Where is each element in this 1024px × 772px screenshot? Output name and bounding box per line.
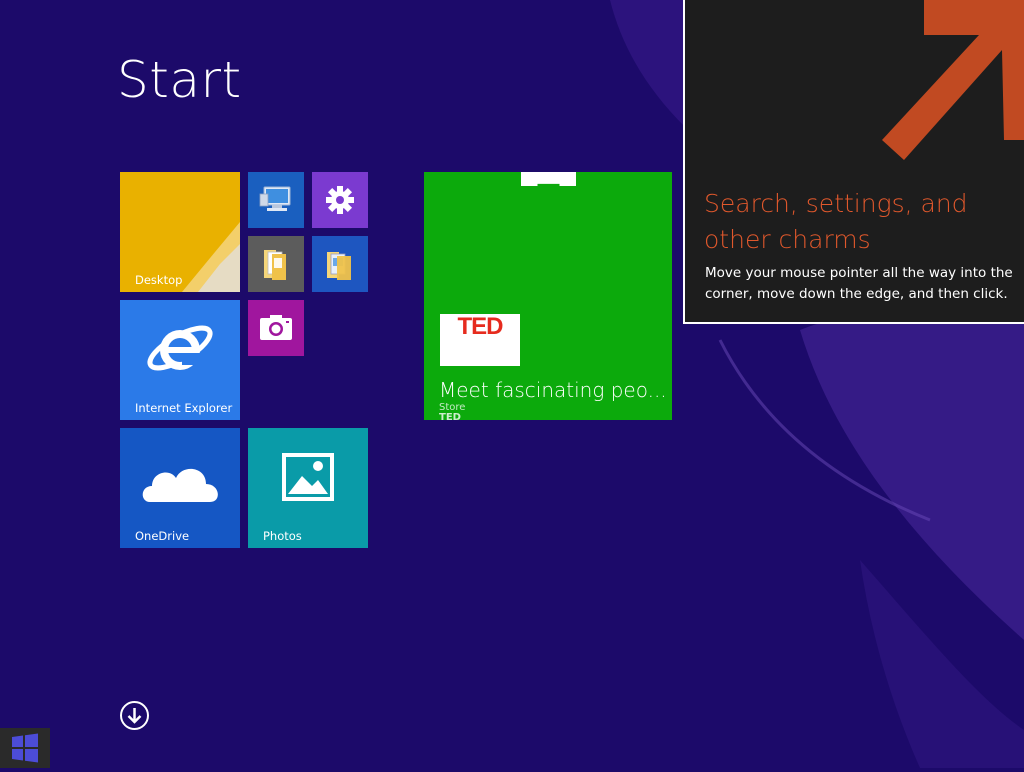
camera-icon (260, 315, 292, 340)
this-pc-icon (259, 186, 291, 211)
tile-label: Photos (263, 529, 302, 543)
charms-tip-panel: Search, settings, and other charms Move … (683, 0, 1024, 324)
tile-camera[interactable] (248, 300, 304, 356)
ted-logo: TED (440, 314, 520, 366)
tile-label: Internet Explorer (135, 401, 233, 415)
store-headline: Meet fascinating peo... (439, 378, 667, 402)
tile-store[interactable]: TED Meet fascinating peo... Store TED (424, 172, 672, 420)
tile-label: Desktop (135, 273, 183, 287)
tile-onedrive[interactable]: OneDrive (120, 428, 240, 548)
tile-documents[interactable] (312, 236, 368, 292)
start-button[interactable] (0, 728, 50, 768)
ted-logo-text: TED (457, 313, 504, 340)
documents-folder-icon (327, 252, 351, 280)
charms-tip-body: Move your mouse pointer all the way into… (705, 265, 1013, 302)
tile-desktop[interactable]: Desktop (120, 172, 240, 292)
settings-gear-icon (326, 186, 354, 214)
charms-tip-heading: Search, settings, and other charms (704, 189, 968, 254)
tile-photos[interactable]: Photos (248, 428, 368, 548)
tile-label: OneDrive (135, 529, 190, 543)
windows-logo-icon (12, 733, 38, 763)
all-apps-down-arrow-icon[interactable] (119, 700, 150, 731)
tile-pc-settings[interactable] (312, 172, 368, 228)
tile-file-explorer[interactable] (248, 236, 304, 292)
store-app-name: TED (439, 412, 461, 420)
up-right-arrow-icon (882, 0, 1024, 160)
file-explorer-icon (264, 250, 286, 280)
tile-this-pc[interactable] (248, 172, 304, 228)
tile-internet-explorer[interactable]: Internet Explorer (120, 300, 240, 420)
page-title: Start (117, 51, 242, 109)
store-bag-icon (521, 172, 576, 186)
